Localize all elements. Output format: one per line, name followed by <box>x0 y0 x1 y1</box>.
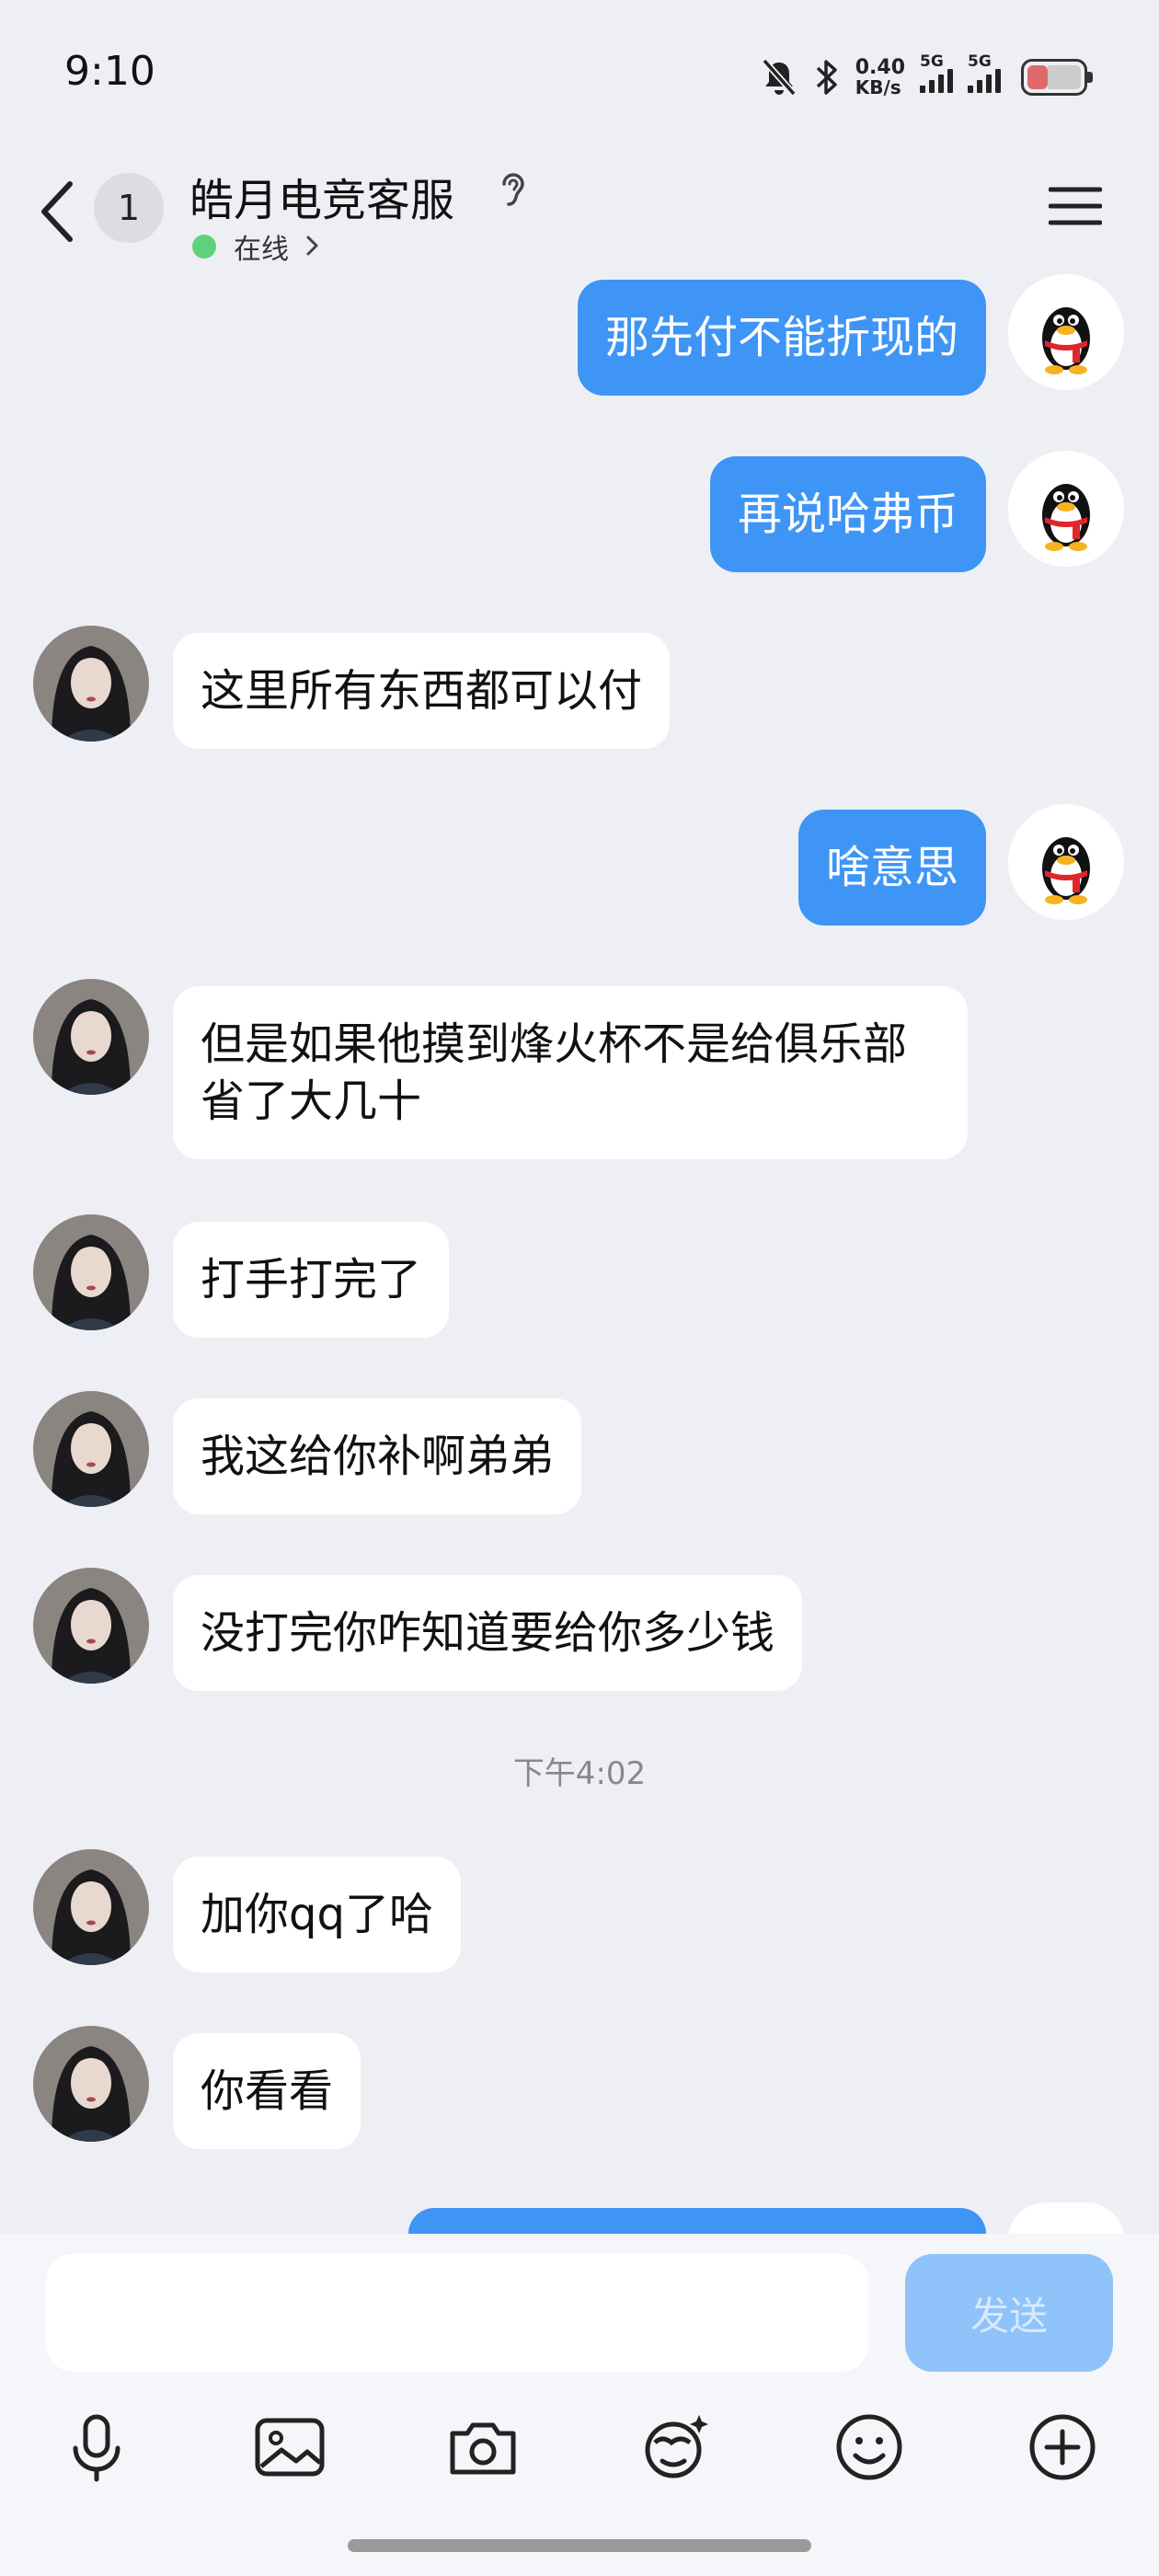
net-speed-value: 0.40 <box>855 56 905 79</box>
qq-penguin-icon <box>1008 804 1124 920</box>
bluetooth-icon <box>816 60 837 95</box>
home-indicator[interactable] <box>348 2539 811 2552</box>
time-separator: 下午4:02 <box>512 1755 647 1792</box>
message-input[interactable] <box>46 2254 868 2372</box>
contact-avatar[interactable] <box>33 1391 149 1507</box>
net-speed-unit: KB/s <box>855 76 901 98</box>
message-bubble-incoming[interactable]: 我这给你补啊弟弟 <box>173 1398 582 1514</box>
message-bubble-incoming[interactable]: 打手打完了 <box>173 1222 450 1338</box>
net-speed: 0.40 KB/s <box>855 56 905 98</box>
contact-avatar[interactable] <box>33 1214 149 1330</box>
my-avatar[interactable] <box>1008 804 1124 920</box>
unread-badge[interactable]: 1 <box>94 173 164 243</box>
sim1-label: 5G <box>920 52 944 71</box>
send-button[interactable]: 发送 <box>905 2254 1113 2372</box>
online-status-label[interactable]: 在线 <box>234 226 289 267</box>
plus-icon[interactable] <box>1021 2406 1104 2489</box>
battery-icon <box>1021 59 1093 96</box>
my-avatar[interactable] <box>1008 274 1124 390</box>
online-status-dot <box>192 235 216 259</box>
contact-photo <box>33 1391 149 1507</box>
contact-avatar[interactable] <box>33 1849 149 1965</box>
message-bubble-outgoing[interactable]: 再说哈弗币 <box>709 456 986 572</box>
sim2-label: 5G <box>968 52 992 71</box>
contact-photo <box>33 1568 149 1684</box>
sticker-icon[interactable] <box>635 2406 717 2489</box>
ear-icon[interactable] <box>497 167 530 212</box>
message-bubble-outgoing[interactable]: 那先付不能折现的 <box>577 280 986 396</box>
status-icons: 0.40 KB/s 5G 5G <box>760 52 1093 103</box>
contact-photo <box>33 979 149 1095</box>
contact-photo <box>33 1849 149 1965</box>
contact-photo <box>33 1214 149 1330</box>
message-bubble-incoming[interactable]: 加你qq了哈 <box>173 1857 461 1972</box>
emoji-icon[interactable] <box>828 2406 911 2489</box>
camera-icon[interactable] <box>442 2406 524 2489</box>
back-arrow-icon[interactable] <box>33 175 85 248</box>
chevron-right-icon[interactable] <box>304 232 322 259</box>
message-bubble-incoming[interactable]: 但是如果他摸到烽火杯不是给俱乐部省了大几十 <box>173 986 968 1159</box>
my-avatar[interactable] <box>1008 451 1124 567</box>
qq-penguin-icon <box>1008 451 1124 567</box>
contact-avatar[interactable] <box>33 1568 149 1684</box>
message-bubble-outgoing[interactable]: 啥意思 <box>798 810 986 926</box>
message-bubble-incoming[interactable]: 这里所有东西都可以付 <box>173 633 671 749</box>
image-icon[interactable] <box>248 2406 331 2489</box>
qq-penguin-icon <box>1008 274 1124 390</box>
contact-avatar[interactable] <box>33 626 149 742</box>
contact-photo <box>33 2026 149 2142</box>
message-bubble-incoming[interactable]: 没打完你咋知道要给你多少钱 <box>173 1575 803 1691</box>
mute-bell-icon <box>762 58 797 97</box>
contact-photo <box>33 626 149 742</box>
contact-avatar[interactable] <box>33 2026 149 2142</box>
signal-sim1-icon: 5G <box>920 52 953 93</box>
message-bubble-incoming[interactable]: 你看看 <box>173 2033 361 2149</box>
menu-icon[interactable] <box>1049 184 1102 228</box>
signal-sim2-icon: 5G <box>968 52 1001 93</box>
contact-avatar[interactable] <box>33 979 149 1095</box>
chat-title[interactable]: 皓月电竞客服 <box>189 164 454 228</box>
microphone-icon[interactable] <box>55 2406 138 2489</box>
status-time: 9:10 <box>64 48 155 95</box>
